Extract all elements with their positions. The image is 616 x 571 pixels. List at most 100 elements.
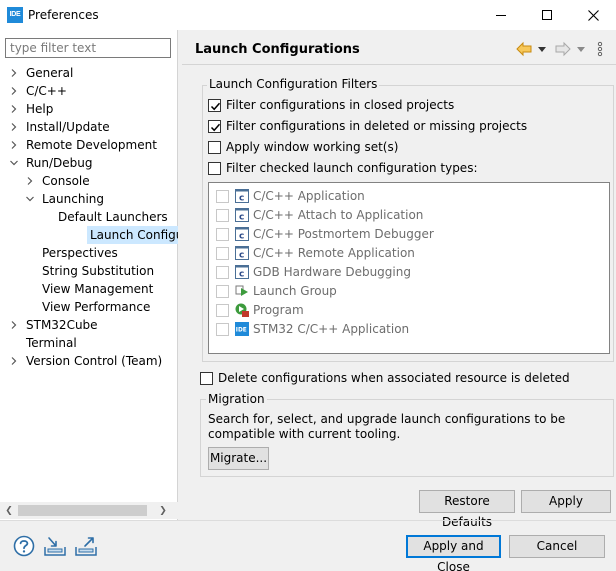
launch-type-item[interactable]: IDE STM32 C/C++ Application [216,320,409,338]
migrate-button[interactable]: Migrate... [208,447,269,470]
apply-button[interactable]: Apply [521,490,611,513]
tree-item[interactable]: Perspectives [0,244,178,262]
tree-item[interactable]: String Substitution [0,262,178,280]
launch-type-item[interactable]: c C/C++ Attach to Application [216,206,423,224]
tree-item[interactable]: Launching [0,190,178,208]
apply-and-close-button[interactable]: Apply and Close [406,535,501,571]
bottom-separator [0,520,616,521]
page-title: Launch Configurations [195,42,360,57]
import-icon [44,537,66,556]
chevron-right-icon[interactable] [10,105,18,113]
tree-item-label: STM32Cube [26,318,98,332]
checkbox[interactable] [216,208,229,222]
launch-type-item[interactable]: Program [216,301,304,319]
tree-item[interactable]: Console [0,172,178,190]
checkbox[interactable] [208,140,221,154]
checkbox[interactable] [216,265,229,279]
filter-deleted-projects-checkbox[interactable]: Filter configurations in deleted or miss… [208,118,527,134]
launch-type-item[interactable]: c C/C++ Postmortem Debugger [216,225,434,243]
checkbox[interactable] [216,189,229,203]
tree-item[interactable]: Launch Configurations [87,226,178,244]
chevron-right-icon[interactable] [10,87,18,95]
checkbox[interactable] [216,227,229,241]
tree-item-label: Default Launchers [58,210,168,224]
tree-item[interactable]: STM32Cube [0,316,178,334]
filter-closed-projects-checkbox[interactable]: Filter configurations in closed projects [208,97,454,113]
checkbox-label: Filter checked launch configuration type… [226,161,478,175]
chevron-right-icon[interactable] [10,69,18,77]
preference-page: Launch Configurations Launch Configurati… [182,30,616,529]
title-bar: IDE Preferences [0,0,616,30]
tree-item-label: General [26,66,74,80]
launch-type-item[interactable]: Launch Group [216,282,337,300]
launch-type-label: Launch Group [253,284,337,298]
checkbox-label: Filter configurations in deleted or miss… [226,119,528,133]
checkbox[interactable] [216,284,229,298]
chevron-right-icon[interactable] [10,141,18,149]
tree-item[interactable]: View Management [0,280,178,298]
program-icon [235,303,249,317]
launch-type-item[interactable]: c C/C++ Application [216,187,365,205]
scroll-right-icon[interactable]: ❯ [158,505,168,516]
back-button[interactable] [516,40,546,58]
checkbox-label: Filter configurations in closed projects [226,98,455,112]
tree-item[interactable]: Help [0,100,178,118]
launch-type-item[interactable]: c GDB Hardware Debugging [216,263,411,281]
checkbox[interactable] [208,161,221,175]
chevron-right-icon[interactable] [26,177,34,185]
forward-button[interactable] [555,40,585,58]
filter-checked-types-checkbox[interactable]: Filter checked launch configuration type… [208,160,477,176]
svg-text:c: c [239,213,244,223]
tree-item[interactable]: General [0,64,178,82]
scroll-left-icon[interactable]: ❮ [4,505,14,516]
close-button[interactable] [570,0,616,30]
chevron-down-icon[interactable] [26,195,34,203]
restore-defaults-button[interactable]: Restore Defaults [419,490,515,529]
tree-item[interactable]: Terminal [0,334,178,352]
view-menu-button[interactable] [595,40,605,58]
svg-text:c: c [239,232,244,242]
cancel-button[interactable]: Cancel [509,535,605,558]
tree-item[interactable]: View Performance [0,298,178,316]
tree-item-label: View Management [42,282,154,296]
apply-working-set-checkbox[interactable]: Apply window working set(s) [208,139,398,155]
tree-item[interactable]: Run/Debug [0,154,178,172]
maximize-button[interactable] [524,0,570,30]
tree-item-label: Remote Development [26,138,157,152]
export-icon [75,537,97,556]
back-arrow-icon [516,41,532,57]
chevron-right-icon[interactable] [10,357,18,365]
checkbox[interactable] [216,322,229,336]
checkbox[interactable] [208,98,221,112]
c-launch-icon: c [235,189,249,203]
checkbox[interactable] [208,119,221,133]
chevron-down-icon[interactable] [10,159,18,167]
launch-type-item[interactable]: c C/C++ Remote Application [216,244,415,262]
launch-type-label: C/C++ Attach to Application [253,208,424,222]
import-preferences-button[interactable] [43,535,67,557]
export-preferences-button[interactable] [74,535,98,557]
chevron-right-icon[interactable] [10,123,18,131]
tree-item[interactable]: Version Control (Team) [0,352,178,370]
checkbox[interactable] [216,303,229,317]
tree-item[interactable]: Install/Update [0,118,178,136]
checkmark-icon [210,123,221,131]
tree-item[interactable]: Default Launchers [0,208,178,226]
tree-item[interactable]: C/C++ [0,82,178,100]
forward-menu-chevron-icon [577,47,585,52]
tree-item[interactable]: Remote Development [0,136,178,154]
delete-configurations-checkbox[interactable]: Delete configurations when associated re… [200,370,570,386]
scrollbar-thumb[interactable] [18,505,147,516]
close-icon [587,9,599,21]
horizontal-scrollbar[interactable]: ❮ ❯ [0,502,178,519]
checkbox-label: Delete configurations when associated re… [218,371,570,385]
help-button[interactable] [12,535,36,557]
minimize-button[interactable] [478,0,524,30]
filter-input[interactable] [5,38,171,58]
checkbox[interactable] [216,246,229,260]
chevron-right-icon[interactable] [10,321,18,329]
checkbox[interactable] [200,371,213,385]
app-icon: IDE [7,7,23,23]
tree-item-label: Console [42,174,90,188]
forward-arrow-icon [555,41,571,57]
